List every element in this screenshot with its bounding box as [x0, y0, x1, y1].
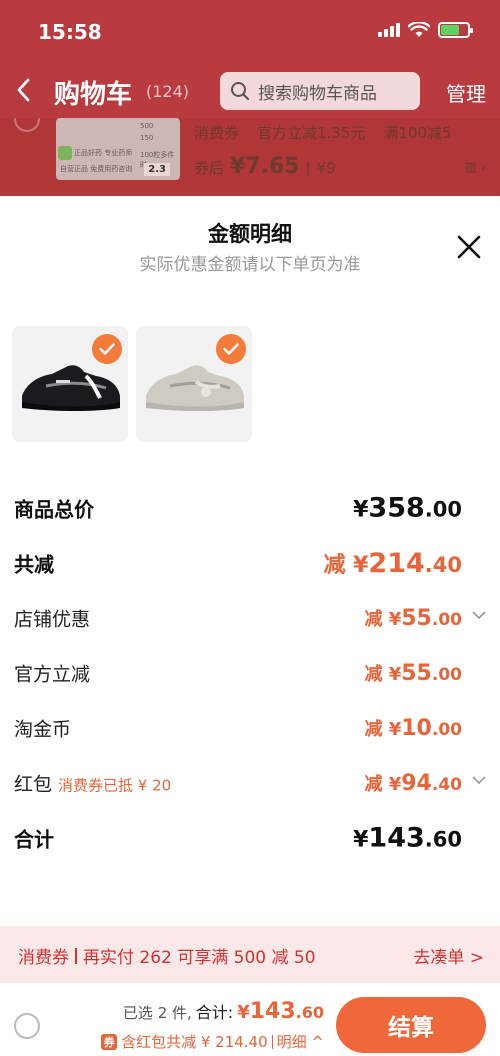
- selected-check-icon: [216, 334, 246, 364]
- red-packet-icon: 券: [101, 1033, 118, 1050]
- row-official-discount: 官方立减 减 ¥55.00: [14, 653, 486, 693]
- background-cart-item: 500 150 正品好药 专业药师 自营正品 免费用药咨询 100粒多件时 2.…: [0, 118, 500, 196]
- row-value: 减 ¥214.40: [323, 548, 462, 579]
- price-divider: |: [305, 159, 311, 177]
- cart-count: (124): [146, 82, 190, 101]
- status-icons: [378, 22, 473, 38]
- item-thumbnail: 500 150 正品好药 专业药师 自营正品 免费用药咨询 100粒多件时 2.…: [56, 118, 180, 180]
- chevron-down-icon[interactable]: [472, 610, 486, 620]
- page-title: 购物车: [54, 80, 133, 110]
- beige-sneaker-image: [146, 365, 244, 411]
- manage-button[interactable]: 管理: [446, 78, 486, 107]
- checkout-summary: 已选 2 件, 合计: ¥143.60: [123, 999, 324, 1024]
- coupon-label: 消费券: [194, 124, 240, 142]
- coupon-applied-tag: 消费券已抵 ¥ 20: [58, 776, 172, 795]
- savings-summary[interactable]: 券 含红包共减 ¥ 214.40 明细 ^: [101, 1031, 324, 1052]
- search-input[interactable]: 搜索购物车商品: [220, 72, 420, 110]
- after-coupon-label: 券后: [194, 159, 225, 177]
- after-coupon-price: ¥7.65: [230, 154, 300, 179]
- sheet-title: 金额明细: [208, 222, 292, 246]
- add-items-link[interactable]: 去凑单 >: [413, 943, 484, 968]
- checkout-button[interactable]: 结算: [336, 997, 486, 1053]
- chevron-down-icon[interactable]: [472, 775, 486, 785]
- coupon-message: 消费券 再实付 262 可享满 500 减 50: [18, 943, 316, 968]
- thumb-text: 500: [140, 122, 154, 130]
- row-value: ¥143.60: [353, 822, 462, 854]
- item-price-row: 券后 ¥7.65 | ¥9: [194, 154, 336, 179]
- product-thumb-beige-sneaker[interactable]: [136, 326, 252, 442]
- product-thumbnails: [12, 326, 252, 442]
- cart-navbar: 购物车 (124) 搜索购物车商品 管理: [0, 62, 500, 118]
- product-thumb-black-sneaker[interactable]: [12, 326, 128, 442]
- checkout-bar: 已选 2 件, 合计: ¥143.60 券 含红包共减 ¥ 214.40 明细 …: [0, 982, 500, 1056]
- row-label: 红包 消费券已抵 ¥ 20: [14, 773, 172, 796]
- row-label: 官方立减: [14, 663, 91, 686]
- row-value: 减 ¥55.00: [364, 606, 462, 631]
- official-discount: 官方立减1.35元: [257, 124, 366, 142]
- background-page: 15:58 购物车 (124) 搜索购物车商品 管理 500 150 正品好药 …: [0, 0, 500, 196]
- item-select-radio[interactable]: [14, 118, 40, 132]
- row-value: ¥358.00: [353, 492, 462, 524]
- coupon-banner[interactable]: 消费券 再实付 262 可享满 500 减 50 去凑单 >: [0, 926, 500, 982]
- total-label: 合计:: [195, 1003, 234, 1022]
- back-arrow-icon[interactable]: [12, 76, 36, 104]
- row-value: 减 ¥55.00: [364, 661, 462, 686]
- sheet-subtitle: 实际优惠金额请以下单页为准: [139, 255, 361, 275]
- row-shop-discount[interactable]: 店铺优惠 减 ¥55.00: [14, 598, 486, 638]
- search-icon: [231, 82, 250, 101]
- select-all-radio[interactable]: [14, 1013, 40, 1039]
- row-value: 减 ¥94.40: [364, 771, 462, 796]
- coupon-tag: 消费券: [18, 948, 69, 968]
- total-price: ¥143.60: [237, 999, 324, 1024]
- selected-check-icon: [92, 334, 122, 364]
- amount-detail-sheet: 金额明细 实际优惠金额请以下单页为准 商品总价 ¥358.00 共减 减 ¥21…: [0, 196, 500, 926]
- status-time: 15:58: [38, 20, 102, 44]
- row-label: 淘金币: [14, 718, 72, 741]
- detail-link[interactable]: 明细 ^: [277, 1031, 324, 1052]
- selected-count: 已选 2 件,: [122, 1004, 192, 1022]
- divider: [75, 947, 77, 964]
- thumb-text: 自营正品 免费用药咨询: [60, 165, 133, 173]
- savings-text: 含红包共减 ¥ 214.40: [121, 1033, 268, 1051]
- item-promo-row: 消费券 官方立减1.35元 满100减5: [194, 122, 452, 143]
- row-taobao-coins: 淘金币 减 ¥10.00: [14, 708, 486, 748]
- signal-icon: [378, 23, 400, 37]
- row-label: 店铺优惠: [14, 608, 91, 631]
- battery-icon: [438, 22, 473, 38]
- row-red-packet[interactable]: 红包 消费券已抵 ¥ 20 减 ¥94.40: [14, 763, 486, 803]
- black-sneaker-image: [22, 365, 120, 411]
- threshold-discount: 满100减5: [383, 124, 452, 142]
- thumb-text: 2.3: [144, 163, 170, 176]
- more-icon[interactable]: ▥ ›: [464, 160, 486, 175]
- shield-check-icon: [58, 146, 72, 160]
- thumb-text: 正品好药 专业药师: [74, 149, 133, 157]
- coupon-text: 再实付 262 可享满 500 减 50: [83, 948, 316, 968]
- row-total-discount: 共减 减 ¥214.40: [14, 543, 486, 583]
- row-grand-total: 合计 ¥143.60: [14, 818, 486, 858]
- original-price: ¥9: [316, 159, 336, 177]
- status-bar: 15:58: [0, 0, 500, 62]
- thumb-text: 150: [140, 134, 154, 142]
- divider: [271, 1034, 273, 1049]
- close-icon[interactable]: [456, 234, 482, 260]
- row-label: 合计: [14, 827, 54, 852]
- row-label: 共减: [14, 552, 54, 577]
- row-goods-total: 商品总价 ¥358.00: [14, 488, 486, 528]
- row-value: 减 ¥10.00: [364, 716, 462, 741]
- row-label: 商品总价: [14, 497, 94, 522]
- search-placeholder: 搜索购物车商品: [258, 83, 377, 104]
- wifi-icon: [408, 22, 430, 37]
